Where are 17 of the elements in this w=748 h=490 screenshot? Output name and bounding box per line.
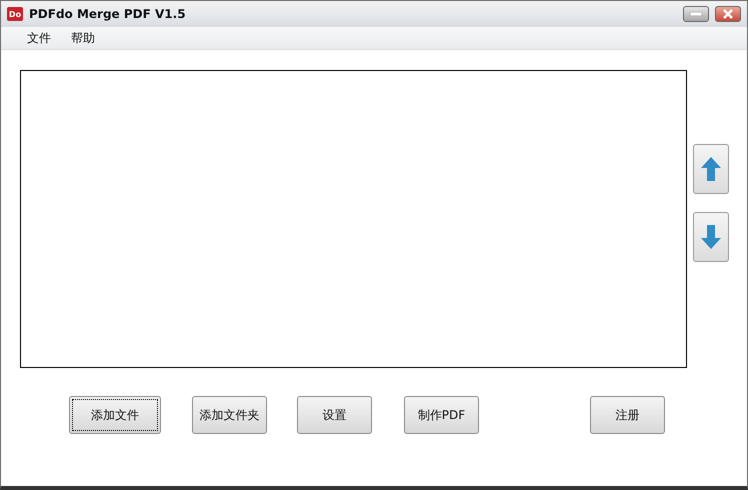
menu-item[interactable]: 文件 bbox=[19, 28, 59, 48]
action-button[interactable]: 注册 bbox=[590, 396, 665, 434]
window-title: PDFdo Merge PDF V1.5 bbox=[29, 7, 187, 21]
close-icon bbox=[722, 9, 734, 19]
close-button[interactable] bbox=[715, 6, 741, 22]
action-button[interactable]: 添加文件夹 bbox=[192, 396, 267, 434]
menu-item[interactable]: 帮助 bbox=[63, 28, 103, 48]
move-down-button[interactable] bbox=[693, 212, 729, 262]
action-button[interactable]: 添加文件 bbox=[69, 396, 161, 434]
app-icon: Do bbox=[7, 7, 23, 21]
minimize-icon bbox=[690, 12, 702, 16]
action-button[interactable]: 设置 bbox=[297, 396, 372, 434]
up-arrow-icon bbox=[699, 155, 723, 183]
action-button[interactable]: 制作PDF bbox=[404, 396, 479, 434]
move-up-button[interactable] bbox=[693, 144, 729, 194]
down-arrow-icon bbox=[699, 223, 723, 251]
minimize-button[interactable] bbox=[683, 6, 709, 22]
